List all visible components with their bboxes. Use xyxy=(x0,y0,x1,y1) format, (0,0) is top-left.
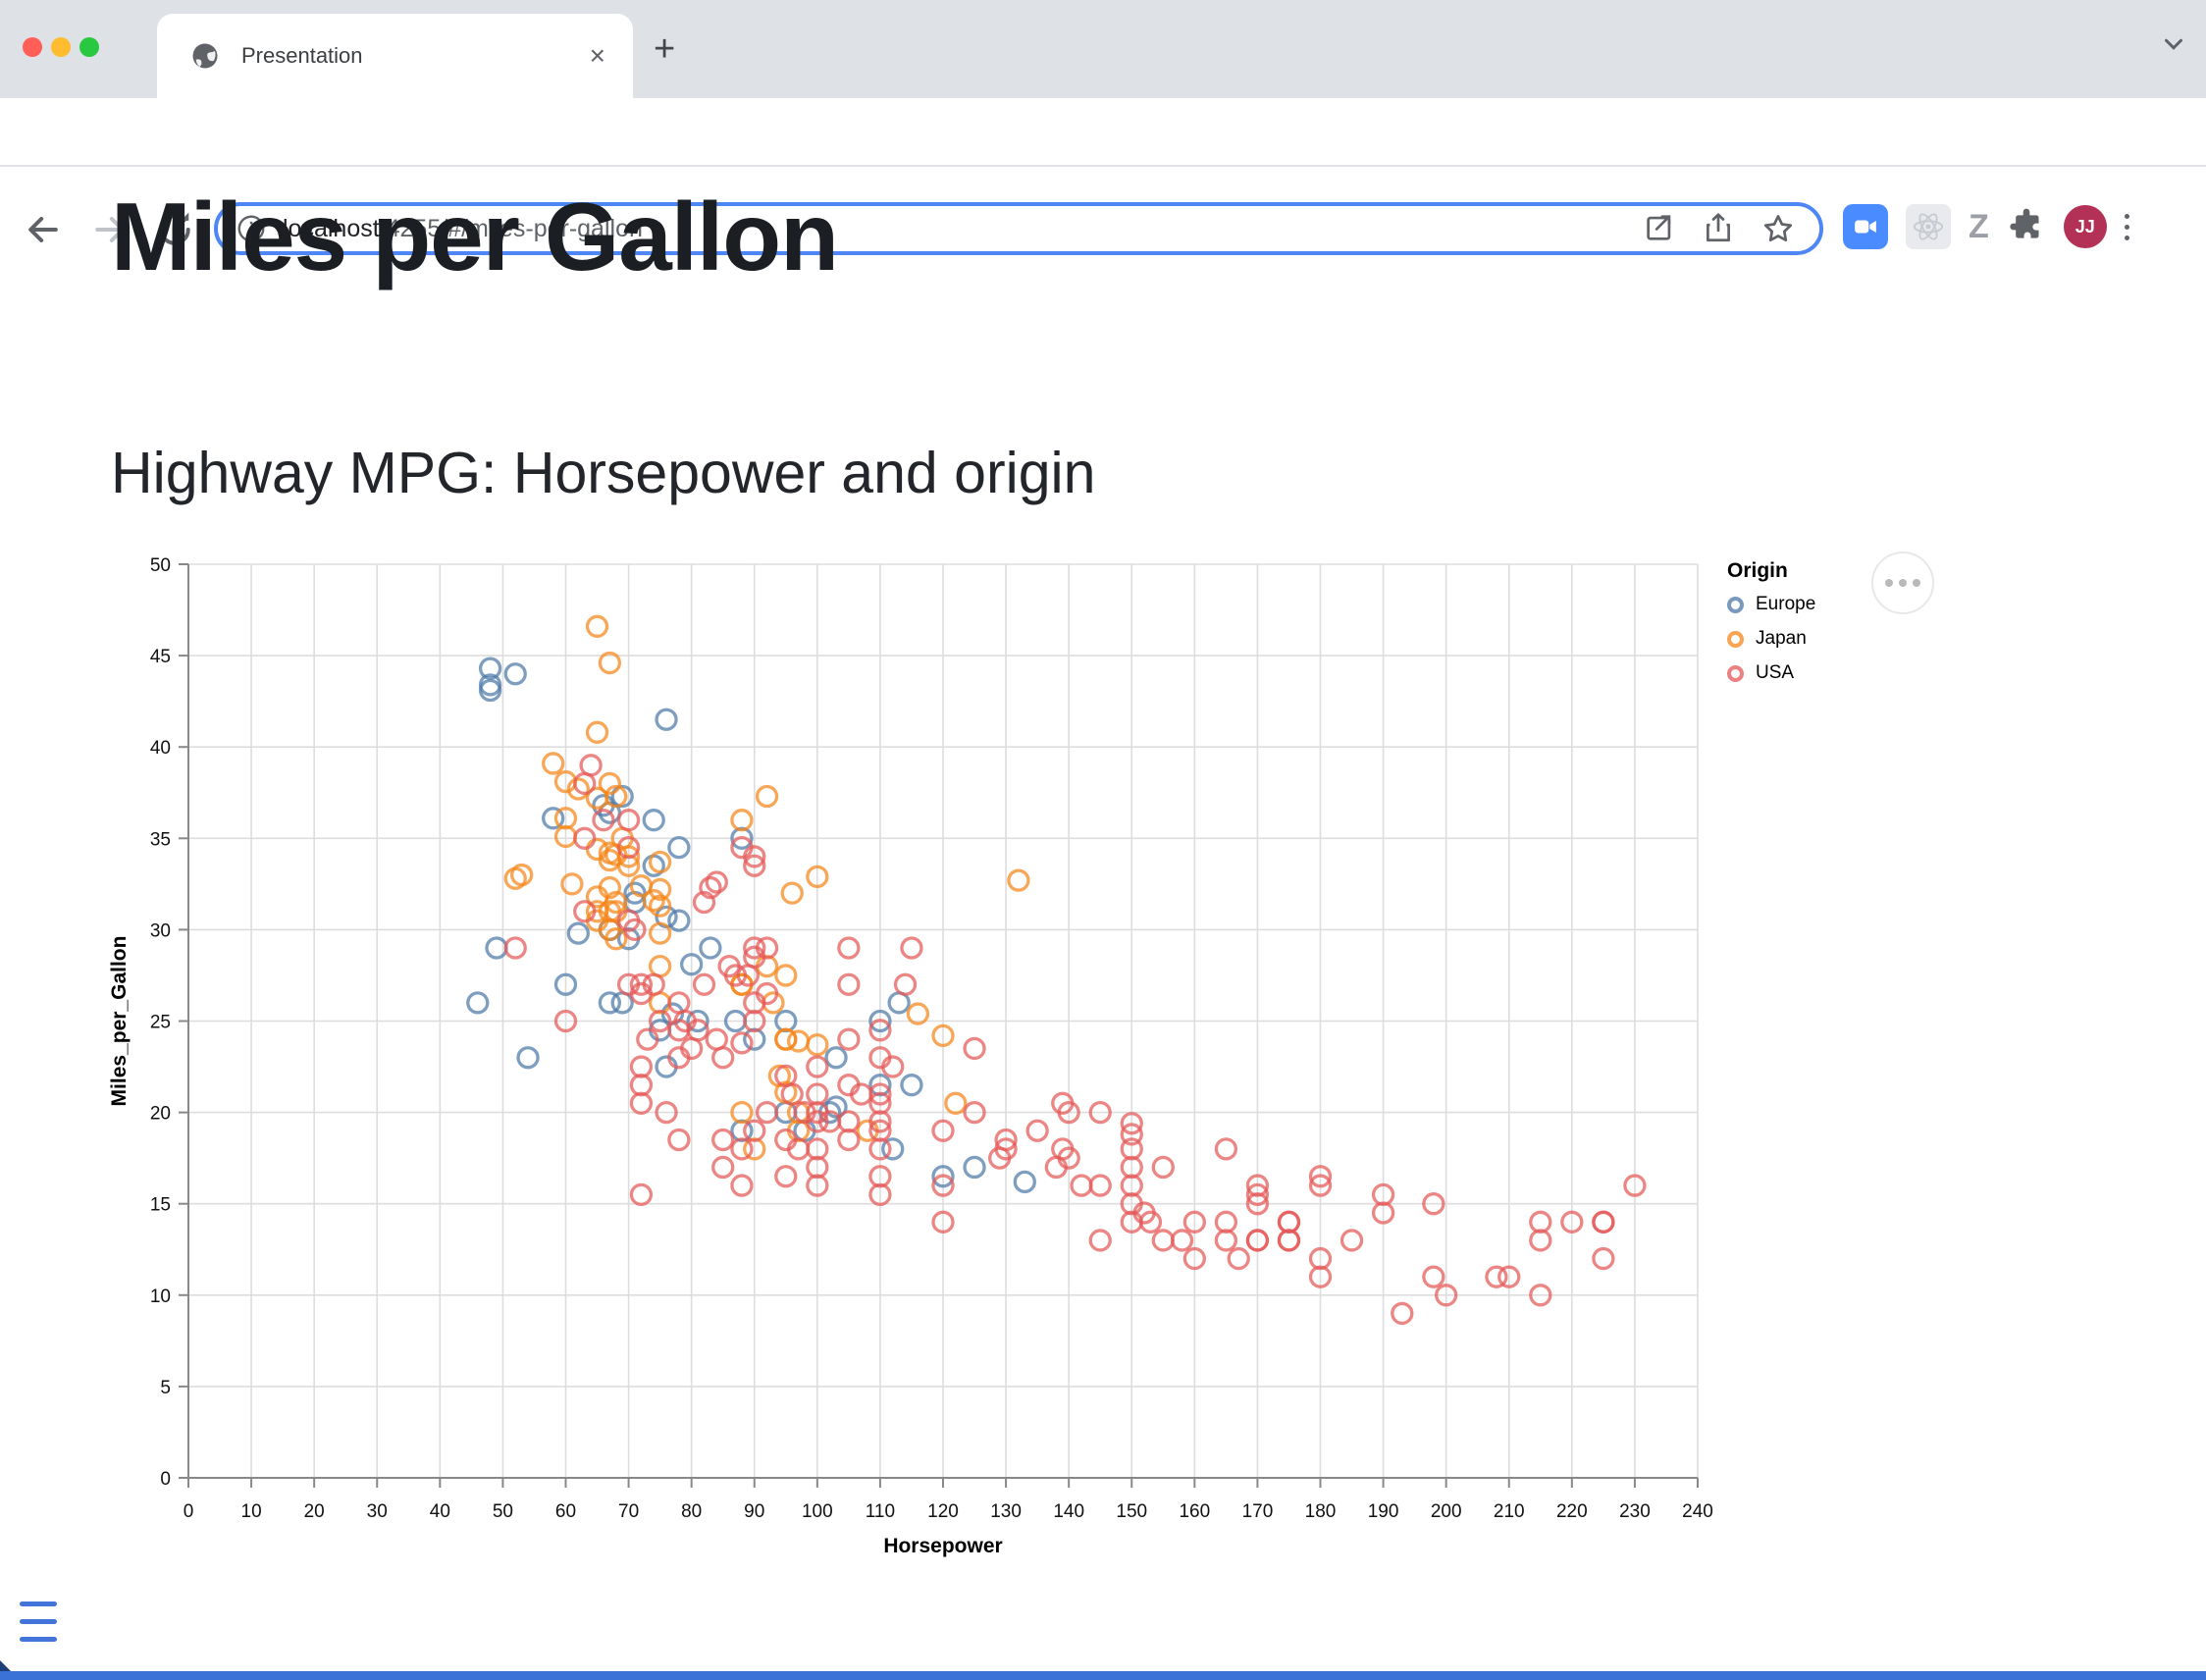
svg-text:30: 30 xyxy=(367,1501,388,1522)
svg-text:50: 50 xyxy=(150,555,171,576)
legend-item-europe[interactable]: Europe xyxy=(1727,592,1815,617)
chart-actions-button[interactable] xyxy=(1871,551,1934,614)
svg-text:0: 0 xyxy=(160,1469,171,1490)
svg-text:190: 190 xyxy=(1368,1501,1399,1522)
svg-text:0: 0 xyxy=(184,1501,194,1522)
svg-text:80: 80 xyxy=(681,1501,702,1522)
svg-text:Horsepower: Horsepower xyxy=(883,1535,1002,1557)
europe-circle-icon xyxy=(1727,597,1744,613)
svg-text:160: 160 xyxy=(1179,1501,1210,1522)
svg-text:10: 10 xyxy=(150,1286,171,1307)
svg-text:50: 50 xyxy=(493,1501,513,1522)
svg-text:170: 170 xyxy=(1242,1501,1274,1522)
svg-text:150: 150 xyxy=(1116,1501,1147,1522)
scatter-plot[interactable]: 0102030405060708090100110120130140150160… xyxy=(0,0,2206,1680)
svg-text:230: 230 xyxy=(1619,1501,1651,1522)
legend-title: Origin xyxy=(1727,559,1815,583)
svg-text:10: 10 xyxy=(241,1501,262,1522)
presentation-progress-bar xyxy=(0,1671,2206,1680)
svg-text:220: 220 xyxy=(1556,1501,1588,1522)
svg-text:70: 70 xyxy=(618,1501,639,1522)
svg-text:35: 35 xyxy=(150,829,171,850)
svg-text:5: 5 xyxy=(160,1378,171,1398)
svg-text:60: 60 xyxy=(555,1501,576,1522)
svg-text:25: 25 xyxy=(150,1013,171,1033)
svg-text:130: 130 xyxy=(990,1501,1022,1522)
svg-text:120: 120 xyxy=(927,1501,959,1522)
usa-circle-icon xyxy=(1727,665,1744,682)
svg-text:140: 140 xyxy=(1053,1501,1084,1522)
svg-text:20: 20 xyxy=(304,1501,325,1522)
svg-text:Miles_per_Gallon: Miles_per_Gallon xyxy=(108,936,131,1107)
svg-text:100: 100 xyxy=(802,1501,833,1522)
svg-text:90: 90 xyxy=(744,1501,764,1522)
svg-text:15: 15 xyxy=(150,1195,171,1216)
svg-text:20: 20 xyxy=(150,1104,171,1125)
svg-text:40: 40 xyxy=(150,738,171,759)
legend-item-japan[interactable]: Japan xyxy=(1727,626,1815,652)
japan-circle-icon xyxy=(1727,631,1744,648)
svg-text:240: 240 xyxy=(1682,1501,1713,1522)
svg-text:30: 30 xyxy=(150,920,171,941)
presentation-menu-button[interactable] xyxy=(20,1601,57,1647)
svg-text:180: 180 xyxy=(1305,1501,1337,1522)
svg-text:200: 200 xyxy=(1431,1501,1462,1522)
svg-text:45: 45 xyxy=(150,647,171,667)
legend-item-usa[interactable]: USA xyxy=(1727,660,1815,686)
hamburger-icon xyxy=(20,1601,57,1606)
svg-text:110: 110 xyxy=(866,1501,895,1522)
svg-text:210: 210 xyxy=(1494,1501,1525,1522)
chart-legend: Origin Europe Japan USA xyxy=(1727,559,1815,686)
svg-text:40: 40 xyxy=(430,1501,450,1522)
